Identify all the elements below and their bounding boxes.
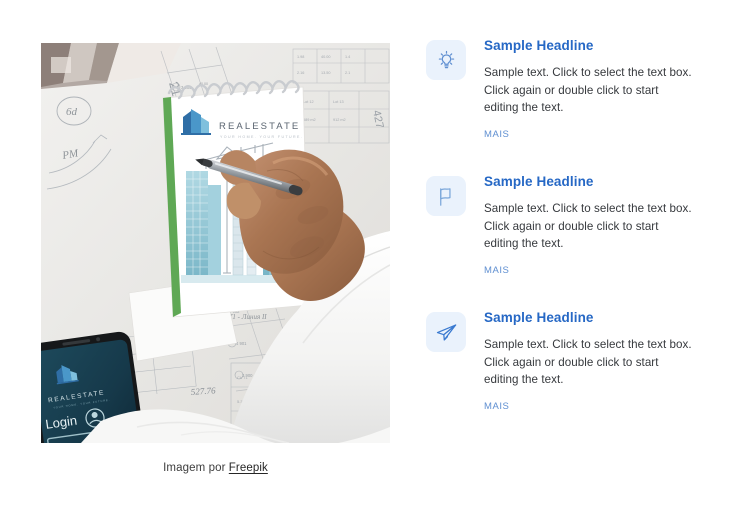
svg-text:1.4: 1.4 [345, 55, 350, 59]
svg-text:2.1: 2.1 [345, 71, 350, 75]
feature-title-3: Sample Headline [484, 310, 594, 325]
lightbulb-icon [438, 50, 454, 68]
feature-more-link-1[interactable]: MAIS [484, 129, 509, 140]
image-credit-prefix: Imagem por [163, 462, 229, 474]
svg-text:YOUR HOME. YOUR FUTURE.: YOUR HOME. YOUR FUTURE. [220, 135, 303, 139]
feature-icon-badge-2[interactable] [426, 176, 466, 216]
feature-title-2: Sample Headline [484, 174, 594, 189]
feature-text-3: Sample text. Click to select the text bo… [484, 338, 692, 387]
svg-text:Lot 12: Lot 12 [303, 100, 314, 104]
svg-text:527.76: 527.76 [190, 385, 216, 397]
svg-text:1.98: 1.98 [297, 55, 304, 59]
page-root: 3 90940.00 2 90840.00 1 90740.00 9 90640… [0, 0, 750, 521]
svg-text:912 m2: 912 m2 [333, 118, 346, 122]
svg-text:Lot 13: Lot 13 [333, 100, 344, 104]
hero-photo: 3 90940.00 2 90840.00 1 90740.00 9 90640… [41, 43, 390, 443]
feature-text-2: Sample text. Click to select the text bo… [484, 202, 692, 251]
feature-icon-badge-3[interactable] [426, 312, 466, 352]
svg-text:13.50: 13.50 [321, 71, 331, 75]
feature-more-link-3[interactable]: MAIS [484, 401, 509, 412]
svg-text:40.00: 40.00 [321, 55, 331, 59]
paper-plane-icon [436, 323, 456, 341]
freepik-link[interactable]: Freepik [229, 462, 268, 474]
svg-text:4 901: 4 901 [236, 341, 247, 346]
flag-icon [439, 187, 451, 206]
feature-text-1: Sample text. Click to select the text bo… [484, 66, 692, 115]
feature-item-2: Sample Headline Sample text. Click to se… [426, 172, 716, 280]
svg-text:Ch 71: Ch 71 [237, 375, 248, 380]
feature-body-1: Sample Headline Sample text. Click to se… [484, 36, 696, 142]
feature-list: Sample Headline Sample text. Click to se… [426, 36, 716, 416]
feature-icon-badge-1[interactable] [426, 40, 466, 80]
feature-body-3: Sample Headline Sample text. Click to se… [484, 308, 696, 414]
feature-body-2: Sample Headline Sample text. Click to se… [484, 172, 696, 278]
feature-item-1: Sample Headline Sample text. Click to se… [426, 36, 716, 144]
feature-title-1: Sample Headline [484, 38, 594, 53]
hero-photo-illustration: 3 90940.00 2 90840.00 1 90740.00 9 90640… [41, 43, 390, 443]
svg-text:6d: 6d [66, 106, 78, 118]
svg-text:REALESTATE: REALESTATE [219, 121, 300, 132]
svg-text:2.16: 2.16 [297, 71, 304, 75]
feature-item-3: Sample Headline Sample text. Click to se… [426, 308, 716, 416]
feature-more-link-2[interactable]: MAIS [484, 265, 509, 276]
image-credit-caption: Imagem por Freepik [41, 462, 390, 474]
svg-text:889 m2: 889 m2 [303, 118, 316, 122]
